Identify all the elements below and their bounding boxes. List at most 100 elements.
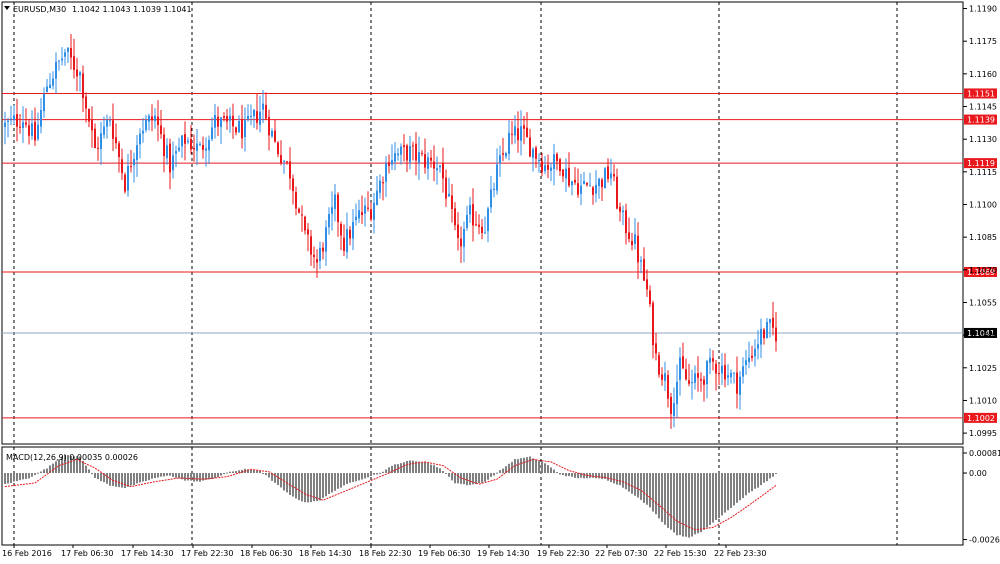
- macd-bar: [343, 473, 345, 486]
- macd-bar: [16, 473, 18, 482]
- macd-bar: [409, 460, 411, 474]
- macd-bar: [523, 457, 525, 474]
- macd-bar: [772, 473, 774, 477]
- macd-bar: [562, 473, 564, 476]
- candle-body: [322, 247, 324, 252]
- candle-body: [610, 173, 612, 179]
- time-tick-label: 17 Feb 14:30: [121, 549, 173, 558]
- candle-body: [226, 116, 228, 122]
- candle-body: [304, 216, 306, 231]
- macd-bar: [595, 473, 597, 479]
- macd-bar: [628, 473, 630, 492]
- candle-body: [316, 259, 318, 263]
- candle-body: [280, 154, 282, 164]
- candle-body: [739, 376, 741, 395]
- macd-bar: [94, 473, 96, 478]
- macd-bar: [568, 473, 570, 477]
- macd-bar: [163, 473, 165, 477]
- macd-bar: [541, 461, 543, 474]
- candle-body: [532, 149, 534, 158]
- candle-body: [259, 111, 261, 125]
- macd-bar: [673, 473, 675, 533]
- candle-body: [679, 357, 681, 380]
- candle-body: [10, 118, 12, 120]
- candle-body: [241, 118, 243, 139]
- candle-body: [247, 115, 249, 120]
- candle-body: [595, 184, 597, 194]
- candle-body: [541, 161, 543, 172]
- macd-bar: [43, 469, 45, 474]
- candle-body: [130, 166, 132, 168]
- candle-body: [79, 72, 81, 76]
- macd-bar: [361, 473, 363, 480]
- candle-body: [43, 94, 45, 112]
- dropdown-triangle-icon[interactable]: [4, 6, 10, 10]
- candle-body: [31, 123, 33, 136]
- macd-bar: [685, 473, 687, 537]
- candle-body: [262, 103, 264, 110]
- macd-bar: [295, 473, 297, 499]
- candle-body: [661, 374, 663, 380]
- macd-bar: [481, 473, 483, 483]
- candle-body: [256, 111, 258, 123]
- candle-body: [112, 120, 114, 139]
- candle-body: [193, 147, 195, 150]
- candle-body: [469, 204, 471, 215]
- level-tag-label: 1.1151: [967, 89, 995, 98]
- price-tick-label: 1.1145: [969, 103, 997, 112]
- candle-body: [538, 160, 540, 162]
- macd-bar: [388, 467, 390, 474]
- macd-tick-label: 0.00: [969, 469, 987, 478]
- candle-body: [46, 86, 48, 93]
- chart-header[interactable]: EURUSD,M30 1.1042 1.1043 1.1039 1.1041: [4, 5, 192, 14]
- macd-bar: [730, 473, 732, 509]
- macd-bar: [601, 473, 603, 480]
- macd-bar: [649, 473, 651, 508]
- candle-body: [559, 159, 561, 172]
- candle-body: [670, 396, 672, 415]
- candle-body: [58, 60, 60, 62]
- macd-bar: [403, 462, 405, 474]
- time-tick-label: 18 Feb 06:30: [240, 549, 292, 558]
- candle-body: [40, 110, 42, 127]
- macd-bar: [532, 458, 534, 474]
- macd-bar: [46, 468, 48, 474]
- candle-body: [535, 147, 537, 159]
- candle-body: [574, 179, 576, 183]
- macd-bar: [676, 473, 678, 536]
- macd-bar: [745, 473, 747, 496]
- macd-bar: [154, 473, 156, 479]
- candle-body: [376, 190, 378, 206]
- candle-body: [631, 241, 633, 246]
- macd-bar: [193, 473, 195, 482]
- macd-bar: [325, 473, 327, 497]
- candle-body: [334, 194, 336, 209]
- candle-body: [517, 128, 519, 141]
- candle-body: [202, 144, 204, 150]
- macd-bar: [529, 456, 531, 474]
- macd-bar: [379, 472, 381, 474]
- macd-bar: [340, 473, 342, 488]
- candle-body: [673, 403, 675, 417]
- macd-bar: [298, 473, 300, 501]
- candle-body: [496, 164, 498, 191]
- macd-bar: [7, 473, 9, 484]
- candle-body: [508, 132, 510, 154]
- macd-bar: [619, 473, 621, 486]
- time-axis[interactable]: 16 Feb 2016 17 Feb 06:30 17 Feb 14:30 17 Fe…: [2, 545, 766, 558]
- candle-body: [136, 145, 138, 160]
- macd-bar: [214, 473, 216, 479]
- candle-body: [694, 373, 696, 383]
- macd-bar: [370, 473, 372, 477]
- candle-body: [295, 192, 297, 209]
- candle-body: [97, 147, 99, 149]
- candle-body: [565, 168, 567, 179]
- candle-body: [313, 254, 315, 257]
- macd-bar: [175, 473, 177, 478]
- macd-bar: [115, 473, 117, 487]
- macd-bar: [565, 473, 567, 477]
- price-axis[interactable]: 1.11901.11751.11601.11451.11301.11151.11…: [963, 5, 1000, 545]
- macd-bar: [256, 470, 258, 474]
- candle-body: [100, 133, 102, 149]
- macd-bar: [235, 470, 237, 474]
